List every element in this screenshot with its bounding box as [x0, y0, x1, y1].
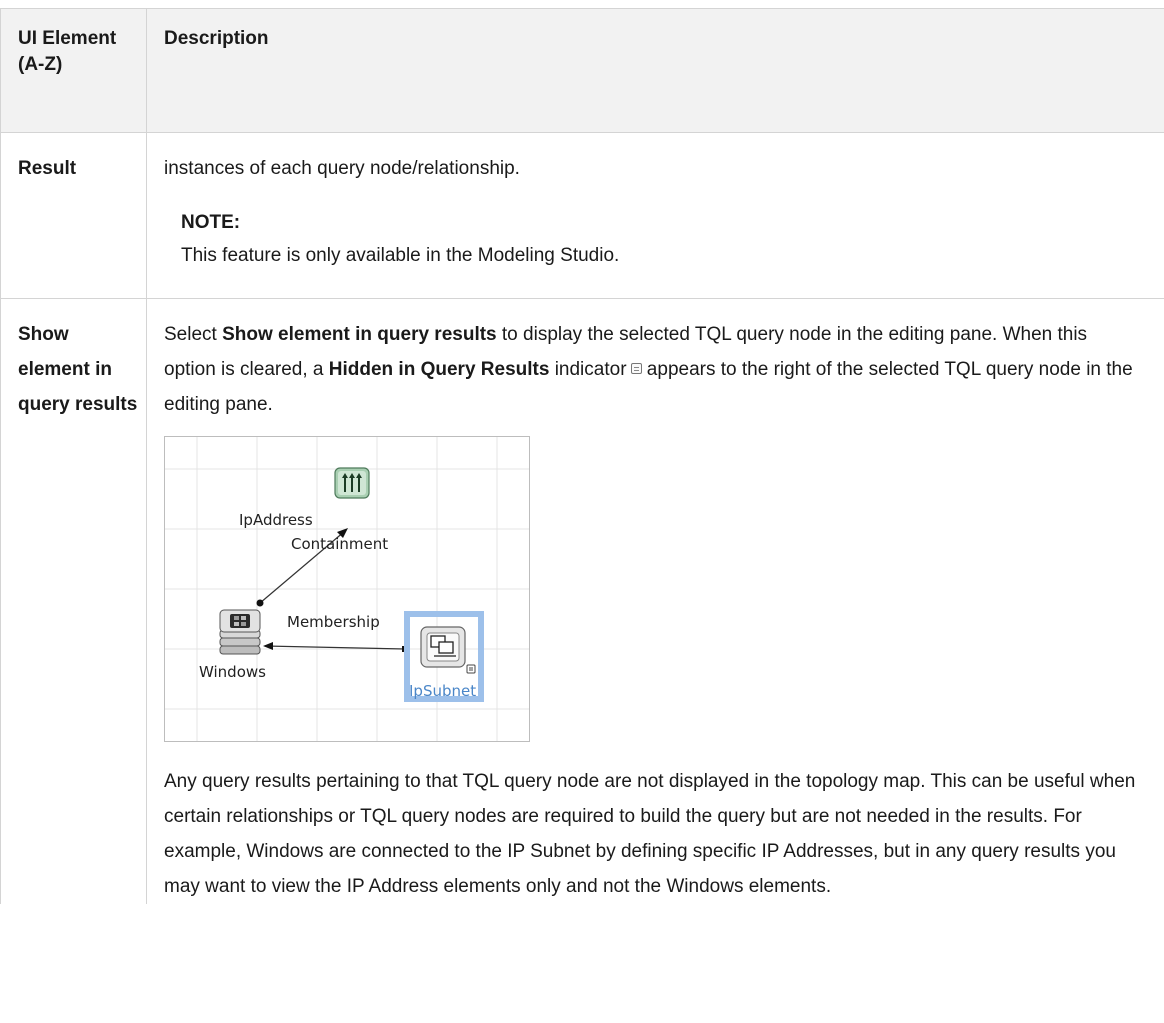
- membership-edge: [263, 642, 408, 652]
- description-paragraph: Select Show element in query results to …: [164, 317, 1144, 422]
- windows-label: Windows: [199, 663, 266, 681]
- text-run: indicator: [549, 359, 627, 380]
- query-diagram: IpAddress Containment Membership Windows…: [165, 437, 529, 741]
- windows-node: [219, 609, 261, 655]
- row-name-show-element: Show element in query results: [0, 298, 147, 904]
- table-header-row: UI Element (A-Z) Description: [0, 8, 1164, 133]
- row-description: Select Show element in query results to …: [146, 298, 1164, 904]
- row-name-result: Result: [0, 132, 147, 299]
- header-ui-element: UI Element (A-Z): [0, 8, 147, 133]
- containment-label: Containment: [291, 535, 388, 553]
- description-text: instances of each query node/relationshi…: [164, 158, 520, 179]
- note-block: NOTE: This feature is only available in …: [181, 210, 1144, 269]
- text-run: Select: [164, 324, 223, 345]
- option-name: Show element in query results: [222, 324, 497, 345]
- header-description-label: Description: [164, 28, 269, 49]
- note-title: NOTE:: [181, 212, 241, 233]
- membership-label: Membership: [287, 613, 380, 631]
- indicator-name: Hidden in Query Results: [328, 359, 550, 380]
- ip-address-label: IpAddress: [239, 511, 313, 529]
- ip-address-node: [334, 467, 370, 499]
- table-row: Result instances of each query node/rela…: [0, 132, 1164, 299]
- header-ui-element-label: UI Element (A-Z): [18, 28, 117, 75]
- row-description: instances of each query node/relationshi…: [146, 132, 1164, 299]
- description-paragraph-2: Any query results pertaining to that TQL…: [164, 771, 1136, 897]
- table-row: Show element in query results Select Sho…: [0, 298, 1164, 904]
- hidden-indicator-icon: [630, 363, 642, 375]
- query-diagram-figure: IpAddress Containment Membership Windows…: [164, 436, 530, 742]
- ui-elements-table: UI Element (A-Z) Description Result inst…: [0, 8, 1164, 904]
- header-description: Description: [146, 8, 1164, 133]
- ip-subnet-label: IpSubnet: [409, 682, 476, 700]
- note-text: This feature is only available in the Mo…: [181, 245, 620, 266]
